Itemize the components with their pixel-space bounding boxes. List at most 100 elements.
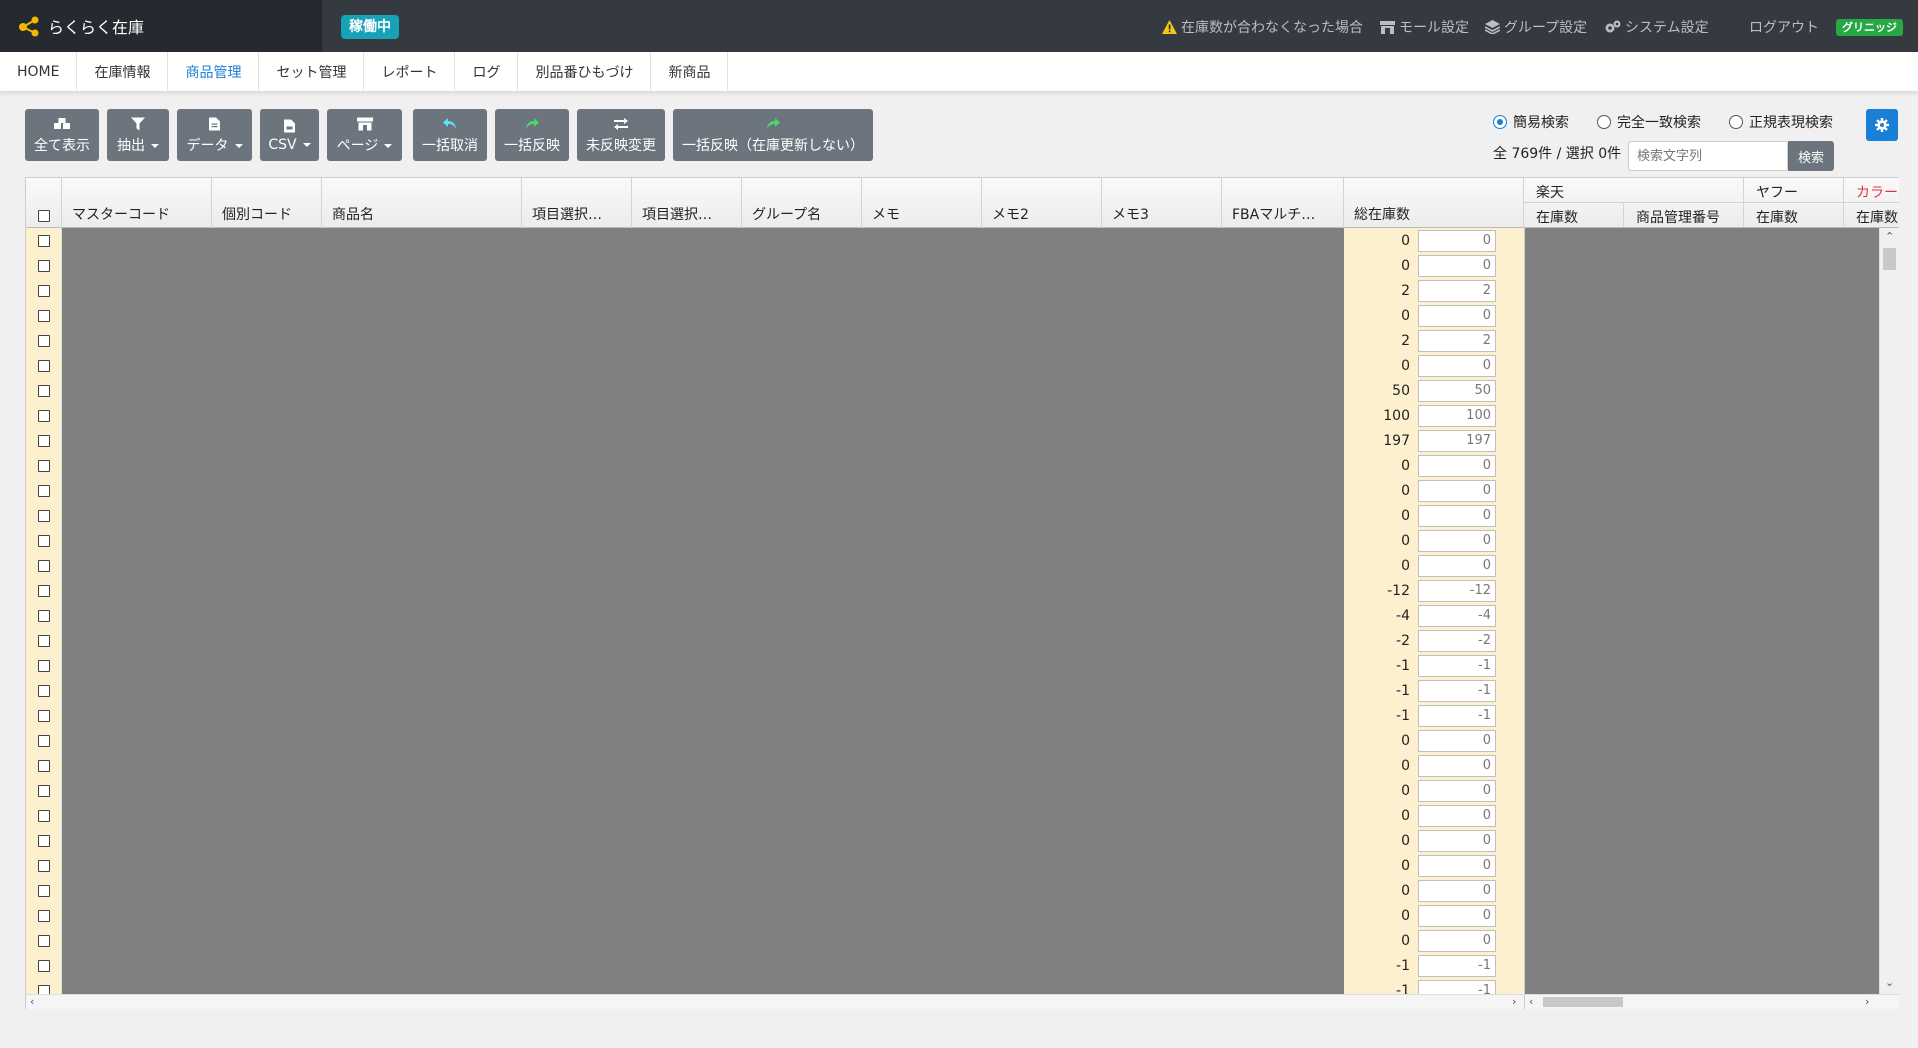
header-yahoo-stock[interactable]: 在庫数: [1744, 203, 1844, 227]
vertical-scrollbar[interactable]: ⌃ ⌄: [1879, 228, 1899, 994]
row-checkbox[interactable]: [37, 834, 50, 847]
stock-input[interactable]: -1: [1418, 679, 1496, 702]
stock-input[interactable]: 0: [1418, 254, 1496, 277]
header-item-select-1[interactable]: 項目選択…: [522, 178, 632, 228]
stock-input[interactable]: 0: [1418, 929, 1496, 952]
tab-log[interactable]: ログ: [455, 52, 519, 92]
row-checkbox[interactable]: [37, 284, 50, 297]
select-all-checkbox[interactable]: [38, 210, 50, 222]
header-master-code[interactable]: マスターコード: [62, 178, 212, 228]
row-checkbox[interactable]: [37, 859, 50, 872]
stock-input[interactable]: 0: [1418, 504, 1496, 527]
chevron-right-icon[interactable]: ›: [1865, 995, 1869, 1009]
extract-dropdown-button[interactable]: 抽出: [107, 109, 169, 161]
page-dropdown-button[interactable]: ページ: [327, 109, 402, 161]
header-rakuten-product-mgmt-no[interactable]: 商品管理番号: [1624, 203, 1744, 227]
csv-dropdown-button[interactable]: CSV: [260, 109, 319, 161]
header-color-stock[interactable]: 在庫数: [1844, 203, 1899, 227]
stock-input[interactable]: 2: [1418, 329, 1496, 352]
group-settings-link[interactable]: グループ設定: [1485, 17, 1587, 37]
row-checkbox[interactable]: [37, 334, 50, 347]
stock-input[interactable]: 0: [1418, 879, 1496, 902]
bulk-apply-button[interactable]: 一括反映: [495, 109, 569, 161]
stock-input[interactable]: 0: [1418, 829, 1496, 852]
row-checkbox[interactable]: [37, 884, 50, 897]
horizontal-scrollbar-right[interactable]: ‹ ›: [1524, 994, 1899, 1009]
stock-input[interactable]: -1: [1418, 654, 1496, 677]
stock-input[interactable]: 0: [1418, 354, 1496, 377]
search-mode-simple[interactable]: 簡易検索: [1493, 112, 1569, 132]
header-memo[interactable]: メモ: [862, 178, 982, 228]
row-checkbox[interactable]: [37, 509, 50, 522]
stock-input[interactable]: 0: [1418, 304, 1496, 327]
header-item-select-2[interactable]: 項目選択…: [632, 178, 742, 228]
data-dropdown-button[interactable]: データ: [177, 109, 252, 161]
row-checkbox[interactable]: [37, 609, 50, 622]
header-fba-multi[interactable]: FBAマルチ…: [1222, 178, 1344, 228]
stock-input[interactable]: -4: [1418, 604, 1496, 627]
row-checkbox[interactable]: [37, 959, 50, 972]
stock-input[interactable]: 50: [1418, 379, 1496, 402]
row-checkbox[interactable]: [37, 584, 50, 597]
stock-input[interactable]: 0: [1418, 754, 1496, 777]
row-checkbox[interactable]: [37, 934, 50, 947]
settings-button[interactable]: [1866, 109, 1898, 141]
tab-report[interactable]: レポート: [364, 52, 456, 92]
stock-input[interactable]: -1: [1418, 979, 1496, 994]
tab-home[interactable]: HOME: [0, 52, 78, 92]
stock-input[interactable]: 100: [1418, 404, 1496, 427]
row-checkbox[interactable]: [37, 709, 50, 722]
header-individual-code[interactable]: 個別コード: [212, 178, 322, 228]
row-checkbox[interactable]: [37, 359, 50, 372]
search-input[interactable]: [1628, 141, 1788, 171]
tab-set-management[interactable]: セット管理: [259, 52, 365, 92]
row-checkbox[interactable]: [37, 534, 50, 547]
stock-input[interactable]: 197: [1418, 429, 1496, 452]
stock-input[interactable]: -12: [1418, 579, 1496, 602]
show-all-button[interactable]: 全て表示: [25, 109, 99, 161]
chevron-right-icon[interactable]: ›: [1512, 995, 1516, 1009]
row-checkbox[interactable]: [37, 984, 50, 994]
stock-input[interactable]: 0: [1418, 854, 1496, 877]
chevron-left-icon[interactable]: ‹: [1529, 995, 1533, 1009]
stock-input[interactable]: 0: [1418, 479, 1496, 502]
row-checkbox[interactable]: [37, 384, 50, 397]
stock-input[interactable]: -2: [1418, 629, 1496, 652]
row-checkbox[interactable]: [37, 434, 50, 447]
scroll-thumb[interactable]: [1543, 997, 1623, 1007]
row-checkbox[interactable]: [37, 659, 50, 672]
stock-input[interactable]: 0: [1418, 529, 1496, 552]
chevron-up-icon[interactable]: ⌃: [1885, 230, 1894, 244]
stock-input[interactable]: 0: [1418, 554, 1496, 577]
header-group-name[interactable]: グループ名: [742, 178, 862, 228]
logout-link[interactable]: ログアウト: [1749, 17, 1819, 37]
horizontal-scrollbar-left[interactable]: ‹ ›: [26, 994, 1524, 1009]
row-checkbox[interactable]: [37, 634, 50, 647]
row-checkbox[interactable]: [37, 809, 50, 822]
row-checkbox[interactable]: [37, 759, 50, 772]
stock-input[interactable]: 0: [1418, 729, 1496, 752]
tab-alt-sku-link[interactable]: 別品番ひもづけ: [518, 52, 652, 92]
row-checkbox[interactable]: [37, 909, 50, 922]
header-product-name[interactable]: 商品名: [322, 178, 522, 228]
system-settings-link[interactable]: システム設定: [1605, 17, 1709, 37]
row-checkbox[interactable]: [37, 409, 50, 422]
bulk-cancel-button[interactable]: 一括取消: [413, 109, 487, 161]
unapplied-change-button[interactable]: 未反映変更: [577, 109, 665, 161]
stock-input[interactable]: 0: [1418, 904, 1496, 927]
row-checkbox[interactable]: [37, 559, 50, 572]
stock-input[interactable]: -1: [1418, 954, 1496, 977]
header-total-stock[interactable]: 総在庫数: [1344, 178, 1524, 228]
bulk-apply-no-update-button[interactable]: 一括反映（在庫更新しない）: [673, 109, 873, 161]
stock-input[interactable]: -1: [1418, 704, 1496, 727]
header-memo2[interactable]: メモ2: [982, 178, 1102, 228]
search-mode-exact[interactable]: 完全一致検索: [1597, 112, 1701, 132]
stock-input[interactable]: 0: [1418, 804, 1496, 827]
row-checkbox[interactable]: [37, 734, 50, 747]
chevron-down-icon[interactable]: ⌄: [1885, 976, 1894, 990]
search-button[interactable]: 検索: [1788, 141, 1834, 171]
tab-stock-info[interactable]: 在庫情報: [77, 52, 169, 92]
tab-new-product[interactable]: 新商品: [651, 52, 729, 92]
stock-input[interactable]: 2: [1418, 279, 1496, 302]
search-mode-regex[interactable]: 正規表現検索: [1729, 112, 1833, 132]
